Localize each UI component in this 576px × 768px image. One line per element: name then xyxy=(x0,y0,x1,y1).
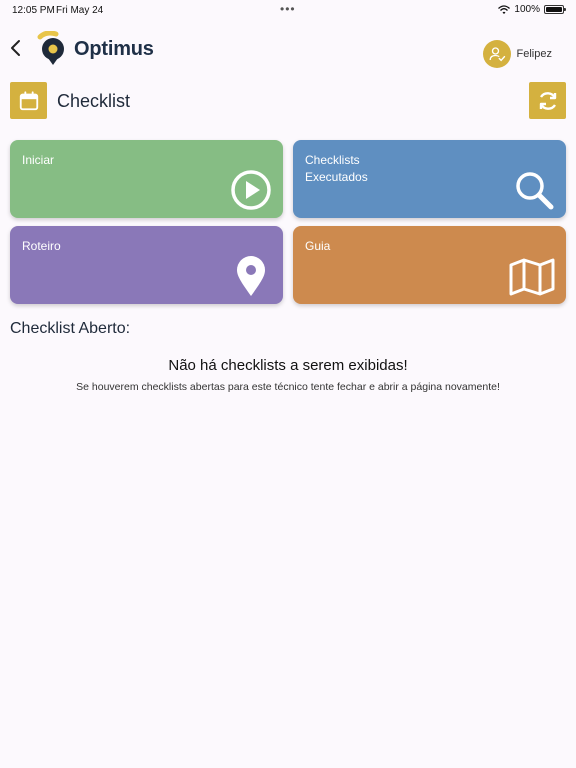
app-header: Optimus Felipez xyxy=(0,28,576,76)
back-chevron-icon[interactable] xyxy=(6,38,26,58)
card-iniciar[interactable]: Iniciar xyxy=(10,140,283,218)
empty-state-title: Não há checklists a serem exibidas! xyxy=(168,357,408,374)
card-label: Guia xyxy=(305,238,330,255)
card-checklists-executados[interactable]: Checklists Executados xyxy=(293,140,566,218)
calendar-badge xyxy=(10,82,47,119)
battery-icon xyxy=(544,5,566,14)
status-right: 100% xyxy=(498,4,566,15)
battery-percent: 100% xyxy=(514,4,540,15)
play-circle-icon xyxy=(231,170,271,210)
search-icon xyxy=(516,172,554,210)
status-date: Fri May 24 xyxy=(56,5,104,16)
user-name[interactable]: Felipez xyxy=(517,48,552,60)
app-name: Optimus xyxy=(74,37,154,60)
avatar[interactable] xyxy=(482,40,511,68)
user-menu[interactable]: Felipez xyxy=(482,40,552,68)
card-guia[interactable]: Guia xyxy=(293,226,566,304)
user-check-icon xyxy=(489,47,505,62)
card-label-line1: Roteiro xyxy=(22,239,61,253)
title-row: Checklist xyxy=(10,82,566,120)
card-label: Iniciar xyxy=(22,152,54,169)
card-roteiro[interactable]: Roteiro xyxy=(10,226,283,304)
wifi-icon xyxy=(498,4,511,14)
page-title: Checklist xyxy=(57,91,131,111)
map-icon xyxy=(509,258,555,296)
empty-state-message: Se houverem checklists abertas para este… xyxy=(76,381,500,393)
multitasking-dots-icon[interactable]: ••• xyxy=(280,2,296,16)
battery-fill xyxy=(546,7,562,12)
app-logo: Optimus xyxy=(36,31,154,67)
refresh-icon xyxy=(539,91,556,110)
map-pin-icon xyxy=(237,256,265,296)
calendar-icon xyxy=(19,90,38,110)
status-time: 12:05 PM xyxy=(12,5,55,16)
card-label-line1: Iniciar xyxy=(22,153,55,167)
refresh-button[interactable] xyxy=(529,82,566,119)
section-title: Checklist Aberto: xyxy=(10,320,131,337)
card-label: Roteiro xyxy=(22,238,61,255)
optimus-logo-icon xyxy=(37,31,64,65)
card-label-line1: Guia xyxy=(305,239,331,253)
card-label-line1: Checklists xyxy=(305,153,360,167)
card-label: Checklists Executados xyxy=(305,152,368,186)
card-label-line2: Executados xyxy=(305,170,368,184)
status-bar: 12:05 PM Fri May 24 ••• 100% xyxy=(0,0,576,20)
